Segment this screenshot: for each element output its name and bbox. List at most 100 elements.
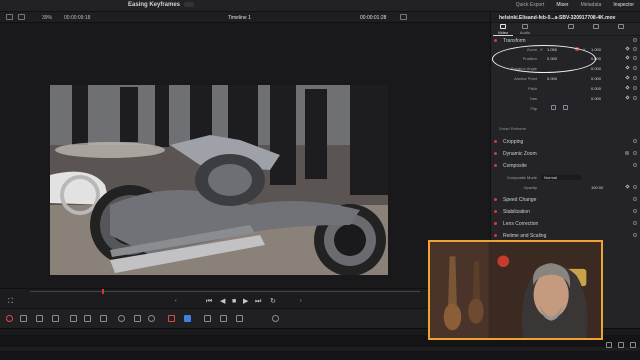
replace-icon[interactable]: [100, 315, 107, 322]
anchor-x-field[interactable]: 0.000: [547, 76, 557, 81]
top-bar: Easing Keyframes Quick Export Mixer Meta…: [0, 0, 640, 12]
section-transform[interactable]: Transform: [491, 36, 640, 45]
section-enabled-icon[interactable]: [494, 140, 497, 143]
section-enabled-icon[interactable]: [494, 222, 497, 225]
section-smart-reframe[interactable]: Smart Reframe: [491, 124, 640, 133]
reset-icon[interactable]: [633, 209, 637, 213]
reset-icon[interactable]: [633, 66, 637, 70]
video-icon: [500, 24, 506, 29]
keyframe-icon[interactable]: [625, 46, 630, 51]
reset-icon[interactable]: [633, 151, 637, 155]
inspector-button[interactable]: Inspector: [613, 2, 634, 8]
opacity-field[interactable]: 100.00: [591, 185, 603, 190]
record-icon[interactable]: [6, 315, 13, 322]
keyframe-icon[interactable]: [625, 184, 630, 189]
mixer-button[interactable]: Mixer: [556, 2, 568, 8]
zoom-custom-icon[interactable]: [236, 315, 243, 322]
select-tool-icon[interactable]: [20, 315, 27, 322]
insert-icon[interactable]: [70, 315, 77, 322]
reset-icon[interactable]: [633, 86, 637, 90]
inspector-header: helsinki.Elisand-feb-0...a-SBV-320917708…: [491, 12, 640, 23]
section-dynamic-zoom[interactable]: Dynamic Zoom: [491, 149, 640, 158]
marker-icon[interactable]: [184, 315, 191, 322]
yaw-field[interactable]: 0.000: [591, 96, 601, 101]
edit-page-icon[interactable]: [618, 342, 624, 348]
tab-effects[interactable]: [561, 24, 581, 30]
reset-icon[interactable]: [633, 221, 637, 225]
keyframe-icon[interactable]: [625, 85, 630, 90]
section-stabilization[interactable]: Stabilization: [491, 207, 640, 216]
position-lock-icon[interactable]: [148, 315, 155, 322]
jog-left-icon[interactable]: ‹: [175, 298, 177, 305]
timeline-track[interactable]: [0, 347, 640, 351]
reset-icon[interactable]: [633, 38, 637, 42]
playhead-marker[interactable]: [102, 289, 104, 294]
reset-icon[interactable]: [633, 56, 637, 60]
clip-view-icon[interactable]: [6, 14, 13, 20]
snap-icon[interactable]: [118, 315, 125, 322]
loop-icon[interactable]: ↻: [270, 298, 276, 305]
blade-tool-icon[interactable]: [52, 315, 59, 322]
tab-video[interactable]: Video: [493, 24, 513, 36]
reset-icon[interactable]: [633, 163, 637, 167]
toggle-icon[interactable]: [625, 151, 629, 155]
play-reverse-icon[interactable]: ◀: [220, 298, 225, 305]
play-icon[interactable]: ▶: [243, 298, 248, 305]
section-cropping[interactable]: Cropping: [491, 137, 640, 146]
quick-export-button[interactable]: Quick Export: [516, 2, 545, 8]
media-page-icon[interactable]: [606, 342, 612, 348]
trim-tool-icon[interactable]: [36, 315, 43, 322]
zoom-out-icon[interactable]: [272, 315, 279, 322]
section-speed-change[interactable]: Speed Change: [491, 195, 640, 204]
overwrite-icon[interactable]: [84, 315, 91, 322]
reset-icon[interactable]: [633, 197, 637, 201]
keyframe-icon[interactable]: [625, 95, 630, 100]
viewer-options-icon[interactable]: [400, 14, 407, 20]
tab-audio[interactable]: Audio: [515, 24, 535, 35]
pitch-field[interactable]: 0.000: [591, 86, 601, 91]
zoom-detail-icon[interactable]: [220, 315, 227, 322]
section-composite[interactable]: Composite: [491, 161, 640, 170]
tab-transition[interactable]: [586, 24, 606, 30]
section-enabled-icon[interactable]: [494, 164, 497, 167]
settings-icon[interactable]: [630, 342, 636, 348]
scrubber[interactable]: [30, 291, 420, 292]
reset-icon[interactable]: [633, 96, 637, 100]
composite-mode-select[interactable]: Normal: [541, 175, 581, 180]
stop-icon[interactable]: ■: [232, 298, 236, 305]
tab-file[interactable]: [611, 24, 631, 30]
section-enabled-icon[interactable]: [494, 152, 497, 155]
flip-vertical-icon[interactable]: [563, 105, 568, 110]
keyframe-icon[interactable]: [625, 65, 630, 70]
section-enabled-icon[interactable]: [494, 198, 497, 201]
reset-icon[interactable]: [633, 76, 637, 80]
keyframe-icon[interactable]: [625, 55, 630, 60]
video-frame[interactable]: [50, 85, 388, 275]
skip-end-icon[interactable]: ⏭: [255, 298, 261, 305]
reset-icon[interactable]: [633, 185, 637, 189]
fullscreen-icon[interactable]: ⛶: [8, 298, 13, 305]
link-icon[interactable]: [134, 315, 141, 322]
zoom-fit-icon[interactable]: [204, 315, 211, 322]
section-enabled-icon[interactable]: [494, 210, 497, 213]
pitch-row: Pitch 0.000: [491, 84, 640, 92]
layout-icon[interactable]: [18, 14, 25, 20]
flag-icon[interactable]: [168, 315, 175, 322]
reset-icon[interactable]: [633, 233, 637, 237]
zoom-level[interactable]: 39%: [42, 15, 52, 21]
section-enabled-icon[interactable]: [494, 234, 497, 237]
metadata-button[interactable]: Metadata: [581, 2, 602, 8]
section-enabled-icon[interactable]: [494, 39, 497, 42]
reset-icon[interactable]: [633, 47, 637, 51]
skip-start-icon[interactable]: ⏮: [206, 298, 212, 305]
anchor-y-field[interactable]: 0.000: [591, 76, 601, 81]
section-lens-correction[interactable]: Lens Correction: [491, 219, 640, 228]
rotation-field[interactable]: 0.000: [591, 66, 601, 71]
flip-horizontal-icon[interactable]: [551, 105, 556, 110]
section-retime-scaling[interactable]: Retime and Scaling: [491, 231, 640, 240]
timeline-name[interactable]: Timeline 1: [228, 15, 251, 21]
reset-icon[interactable]: [633, 139, 637, 143]
zoom-y-field[interactable]: 1.000: [591, 47, 601, 52]
jog-right-icon[interactable]: ›: [300, 298, 302, 305]
keyframe-icon[interactable]: [625, 75, 630, 80]
